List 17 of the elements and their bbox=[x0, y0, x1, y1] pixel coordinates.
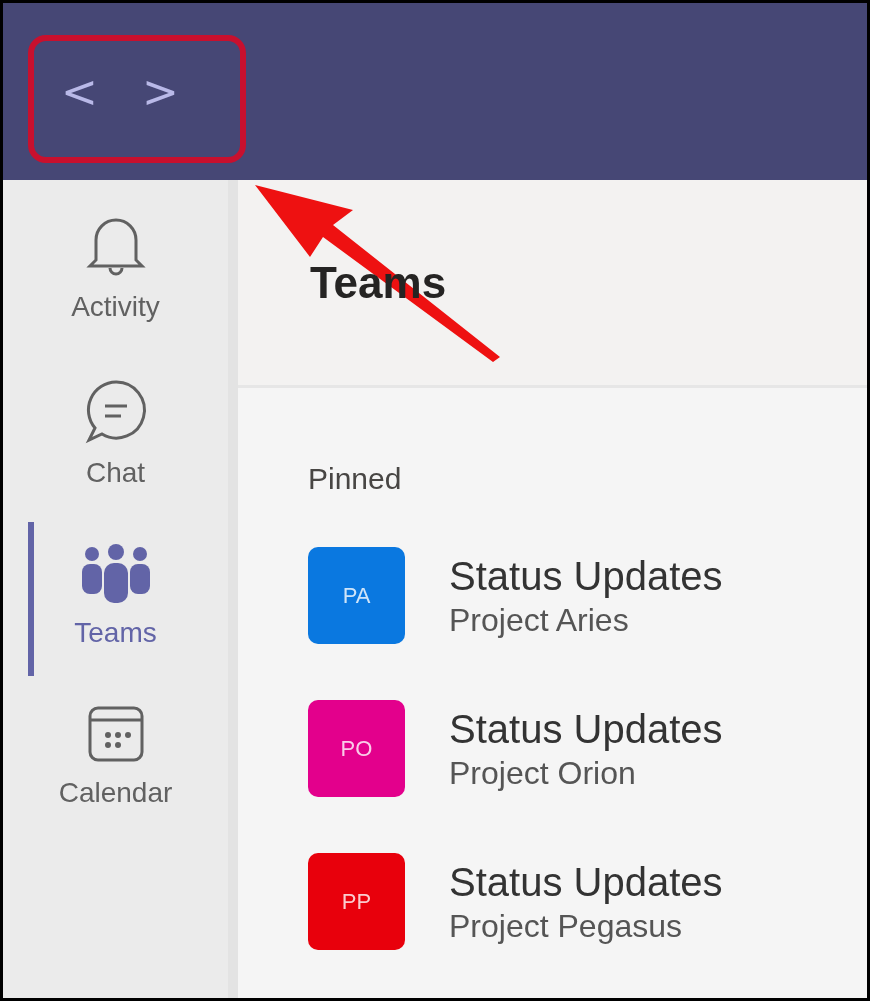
back-button[interactable]: < bbox=[53, 59, 106, 124]
team-channel-name[interactable]: Status Updates bbox=[449, 857, 723, 906]
rail-item[interactable]: Teams bbox=[3, 522, 228, 676]
team-avatar: PP bbox=[308, 853, 405, 950]
section-heading: Pinned bbox=[308, 461, 403, 497]
team-channel-name[interactable]: Status Updates bbox=[449, 551, 723, 600]
forward-button[interactable]: > bbox=[133, 59, 187, 124]
team-name: Project Orion bbox=[449, 753, 637, 793]
team-name: Project Aries bbox=[449, 600, 630, 640]
team-avatar: PA bbox=[308, 547, 405, 644]
rail-item[interactable]: Chat bbox=[3, 356, 228, 516]
rail-item[interactable]: Calendar bbox=[3, 682, 228, 836]
people-icon bbox=[79, 544, 152, 604]
team-channel-name[interactable]: Status Updates bbox=[449, 704, 723, 753]
team-avatar: PO bbox=[308, 700, 405, 797]
rail-item[interactable]: Activity bbox=[3, 190, 228, 350]
team-name: Project Pegasus bbox=[449, 906, 683, 946]
